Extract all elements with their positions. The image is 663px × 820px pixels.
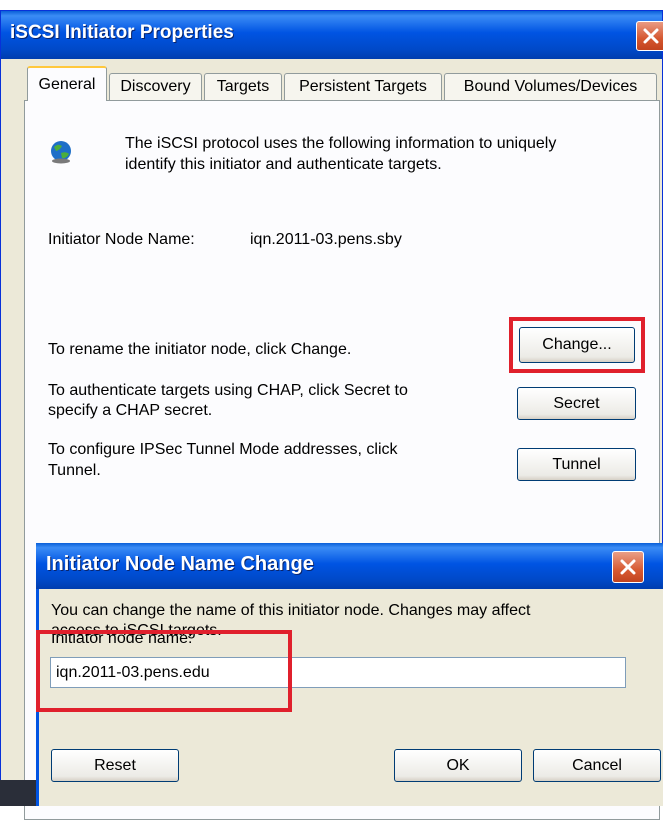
dialog-message-line1: You can change the name of this initiato…: [51, 602, 531, 619]
tab-general[interactable]: General: [27, 66, 107, 101]
dialog-title-bar[interactable]: Initiator Node Name Change: [36, 543, 663, 589]
window-close-button[interactable]: [636, 21, 663, 51]
ipsec-instruction-line2: Tunnel.: [48, 462, 101, 479]
tab-bound-volumes-devices[interactable]: Bound Volumes/Devices: [444, 73, 657, 100]
change-highlight-box: [509, 317, 645, 373]
intro-text-line2: identify this initiator and authenticate…: [125, 156, 442, 173]
tab-targets[interactable]: Targets: [204, 73, 282, 100]
window-title: iSCSI Initiator Properties: [10, 22, 234, 43]
close-icon: [620, 559, 636, 575]
node-name-value: iqn.2011-03.pens.sby: [250, 231, 402, 248]
reset-button[interactable]: Reset: [51, 749, 179, 782]
desktop-edge: [0, 780, 36, 806]
ipsec-instruction-line1: To configure IPSec Tunnel Mode addresses…: [48, 441, 398, 458]
node-name-highlight-box: [36, 630, 292, 712]
chap-instruction-line1: To authenticate targets using CHAP, clic…: [48, 382, 408, 399]
tunnel-button[interactable]: Tunnel: [517, 448, 636, 481]
node-name-label: Initiator Node Name:: [48, 231, 195, 248]
close-icon: [643, 28, 659, 44]
network-globe-icon: [51, 141, 71, 164]
ok-button[interactable]: OK: [394, 749, 522, 782]
rename-instruction: To rename the initiator node, click Chan…: [48, 341, 352, 358]
cancel-button[interactable]: Cancel: [533, 749, 661, 782]
dialog-title: Initiator Node Name Change: [46, 553, 314, 575]
intro-text-line1: The iSCSI protocol uses the following in…: [125, 135, 557, 152]
dialog-close-button[interactable]: [612, 551, 644, 583]
tab-discovery[interactable]: Discovery: [109, 73, 202, 100]
secret-button[interactable]: Secret: [517, 387, 636, 420]
chap-instruction-line2: specify a CHAP secret.: [48, 402, 213, 419]
title-bar[interactable]: iSCSI Initiator Properties: [1, 11, 662, 59]
tab-persistent-targets[interactable]: Persistent Targets: [284, 73, 442, 100]
